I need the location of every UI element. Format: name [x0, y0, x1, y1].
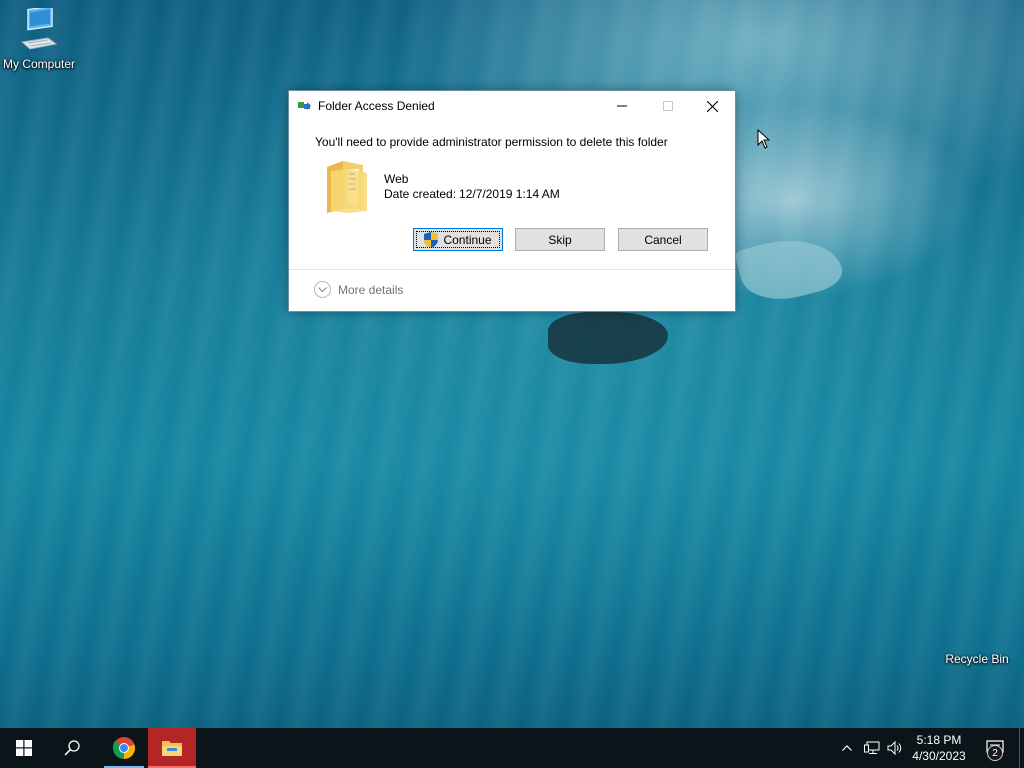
uac-shield-icon	[424, 231, 439, 248]
taskbar-file-explorer[interactable]	[148, 728, 196, 768]
item-name: Web	[384, 172, 409, 186]
maximize-icon	[662, 101, 673, 111]
dialog-message: You'll need to provide administrator per…	[315, 135, 668, 149]
clock-date: 4/30/2023	[912, 749, 966, 763]
chevron-up-icon	[842, 745, 852, 751]
search-button[interactable]	[48, 728, 96, 768]
minimize-icon	[616, 105, 627, 107]
desktop-icon-label: My Computer	[2, 57, 76, 71]
folder-icon	[327, 161, 367, 213]
close-button[interactable]	[690, 91, 735, 121]
monitor-icon	[20, 5, 58, 50]
date-created-label: Date created:	[384, 187, 457, 201]
volume-icon	[887, 741, 902, 755]
dialog-title: Folder Access Denied	[318, 99, 435, 113]
date-created-value: 12/7/2019 1:14 AM	[459, 187, 560, 201]
desktop-icon-my-computer[interactable]: My Computer	[0, 5, 78, 71]
network-button[interactable]	[860, 728, 884, 768]
folder-move-icon	[298, 102, 311, 110]
search-icon	[64, 740, 80, 756]
clock-time: 5:18 PM	[916, 733, 962, 747]
show-desktop-button[interactable]	[1019, 728, 1024, 768]
dialog-divider	[289, 269, 735, 270]
show-hidden-icons-button[interactable]	[836, 728, 858, 768]
notification-count-badge: 2	[987, 745, 1003, 761]
minimize-button[interactable]	[599, 91, 644, 121]
continue-label: Continue	[443, 232, 492, 247]
volume-button[interactable]	[884, 728, 906, 768]
start-button[interactable]	[0, 728, 48, 768]
dialog-titlebar[interactable]: Folder Access Denied	[289, 91, 735, 121]
cancel-button[interactable]: Cancel	[618, 228, 708, 251]
windows-start-icon	[16, 740, 32, 756]
desktop-icon-recycle-bin[interactable]: Recycle Bin	[938, 652, 1016, 666]
desktop-icon-label: Recycle Bin	[945, 652, 1009, 666]
mouse-cursor-icon	[757, 129, 771, 149]
chevron-down-icon	[314, 281, 331, 298]
taskbar-clock[interactable]: 5:18 PM 4/30/2023	[905, 732, 973, 764]
wallpaper-diver	[548, 312, 668, 364]
item-date: Date created: 12/7/2019 1:14 AM	[384, 187, 563, 201]
folder-access-denied-dialog: Folder Access Denied You'll need to prov…	[288, 90, 736, 312]
close-icon	[707, 100, 718, 112]
network-icon	[864, 741, 880, 754]
more-details-toggle[interactable]: More details	[314, 281, 403, 298]
taskbar-chrome[interactable]	[104, 728, 144, 768]
file-explorer-icon	[162, 741, 182, 756]
skip-button[interactable]: Skip	[515, 228, 605, 251]
chrome-icon	[112, 737, 136, 760]
taskbar: 5:18 PM 4/30/2023	[0, 728, 1024, 768]
continue-button[interactable]: Continue	[413, 228, 503, 251]
maximize-button[interactable]	[645, 91, 690, 121]
wallpaper-fin	[733, 226, 847, 310]
more-details-label: More details	[338, 282, 404, 297]
